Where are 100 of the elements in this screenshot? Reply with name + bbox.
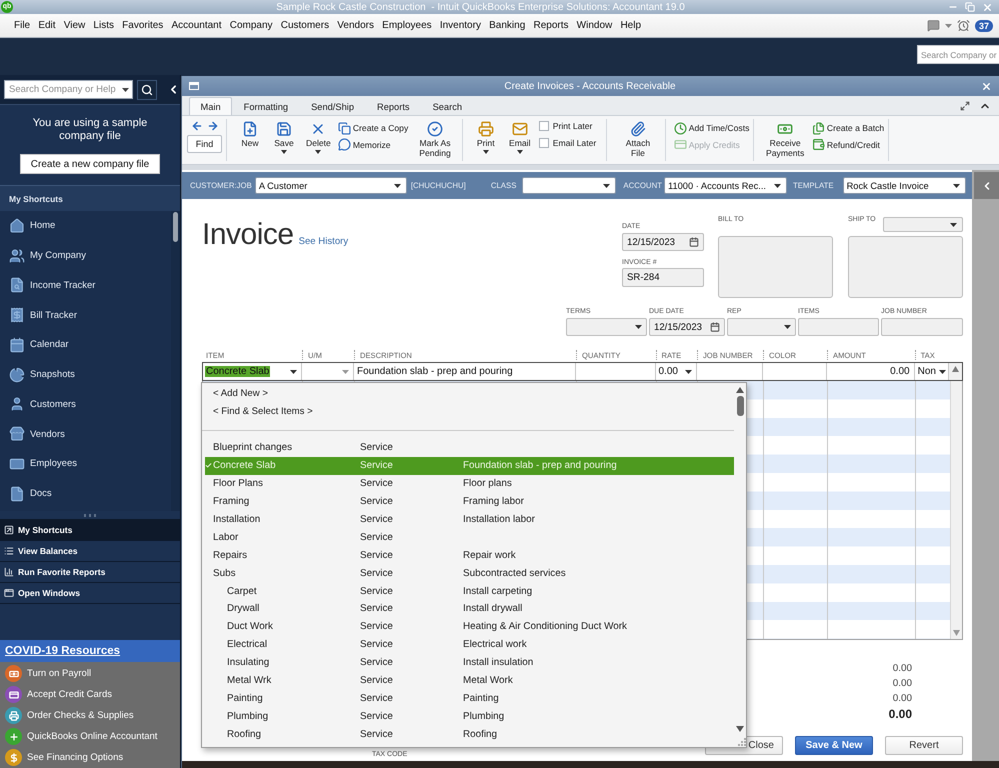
toolbar-button[interactable]: Receive Payments	[762, 119, 808, 160]
menu-item[interactable]: Vendors	[337, 20, 374, 31]
form-button[interactable]: Revert	[885, 736, 963, 755]
resource-link[interactable]: Accept Credit Cards	[0, 684, 180, 705]
resize-grip-icon[interactable]	[738, 738, 746, 746]
restore-icon[interactable]	[965, 2, 975, 12]
item-row[interactable]: Duct Work Service Heating & Air Conditioning Duct Work	[205, 618, 734, 636]
item-row[interactable]: Plumbing Service Plumbing	[205, 707, 734, 726]
checkbox-label[interactable]: Email Later	[552, 138, 596, 148]
close-icon[interactable]	[982, 2, 993, 12]
ribbon-tab[interactable]: Search	[421, 97, 474, 115]
menu-item[interactable]: Window	[576, 20, 612, 31]
shortcut-item[interactable]: Customers	[0, 390, 171, 420]
scrollbar[interactable]	[950, 381, 962, 639]
address-box[interactable]	[848, 236, 963, 298]
form-button[interactable]: Save & New	[795, 736, 873, 755]
checkbox[interactable]	[538, 120, 549, 130]
shortcut-item[interactable]: Calendar	[0, 330, 171, 360]
find-button[interactable]: Find	[187, 135, 222, 153]
text-field[interactable]	[798, 318, 879, 336]
item-row[interactable]: Floor Plans Service Floor plans	[205, 474, 734, 493]
item-row[interactable]: Framing Service Framing labor	[205, 492, 734, 511]
shortcut-item[interactable]: My Company	[0, 240, 171, 270]
alarm-clock-icon[interactable]	[956, 19, 970, 32]
menu-item[interactable]: Edit	[38, 20, 56, 31]
menu-item[interactable]: Accountant	[171, 20, 222, 31]
item-row[interactable]: Electrical Service Electrical work	[205, 636, 734, 654]
item-row[interactable]: Installation Service Installation labor	[205, 510, 734, 528]
toolbar-button[interactable]: Save	[269, 119, 299, 154]
collapse-panel-button[interactable]	[974, 172, 999, 199]
toolbar-button[interactable]: Mark As Pending	[412, 119, 458, 160]
alert-count-badge[interactable]: 37	[974, 20, 993, 32]
item-row[interactable]: Insulating Service Install insulation	[205, 654, 734, 672]
text-field[interactable]: SR-284	[622, 268, 704, 287]
search-button[interactable]	[137, 80, 157, 100]
item-row[interactable]: Carpet Service Install carpeting	[205, 582, 734, 600]
resource-link[interactable]: QuickBooks Online Accountant	[0, 726, 180, 747]
dropdown-field[interactable]	[883, 217, 963, 232]
menu-item[interactable]: Reports	[533, 20, 568, 31]
menu-item[interactable]: Customers	[280, 20, 330, 31]
ribbon-tab[interactable]: Formatting	[232, 97, 300, 115]
close-icon[interactable]	[981, 80, 992, 92]
window-menu-icon[interactable]	[189, 82, 199, 90]
shortcut-item[interactable]: Home	[0, 211, 171, 241]
menu-item[interactable]: Employees	[382, 20, 432, 31]
shortcut-item[interactable]: Docs	[0, 478, 171, 508]
resource-link[interactable]: Turn on Payroll	[0, 663, 180, 684]
dropdown-field[interactable]	[727, 318, 796, 336]
toolbar-button[interactable]: Refund/Credit	[812, 136, 880, 153]
dropdown-field[interactable]: 11000 · Accounts Rec...	[664, 177, 787, 194]
menu-item[interactable]: Inventory	[440, 20, 481, 31]
back-arrow-icon[interactable]	[190, 120, 202, 132]
text-field[interactable]	[881, 318, 963, 336]
toolbar-button[interactable]: New	[235, 119, 265, 150]
item-row[interactable]: Labor Service	[205, 528, 734, 546]
scrollbar-thumb[interactable]	[173, 212, 178, 242]
toolbar-button[interactable]: Attach File	[615, 119, 661, 160]
item-row[interactable]: Painting Service Painting	[205, 689, 734, 708]
toolbar-button[interactable]: Create a Copy	[338, 120, 408, 136]
date-field[interactable]: 12/15/2023	[649, 318, 725, 336]
menu-item[interactable]: File	[14, 20, 30, 31]
checkbox-label[interactable]: Print Later	[552, 120, 592, 130]
chat-icon[interactable]	[926, 19, 940, 32]
dropdown-field[interactable]: A Customer	[254, 177, 407, 194]
shortcut-item[interactable]: Snapshots	[0, 360, 171, 390]
dropdown-field[interactable]	[522, 177, 616, 194]
search-field[interactable]: Search Company or	[917, 45, 999, 64]
grip-icon[interactable]	[84, 514, 96, 516]
item-row[interactable]: Subs Service Subcontracted services	[205, 564, 734, 582]
toolbar-button[interactable]: Delete	[303, 119, 334, 154]
shortcut-item[interactable]: Employees	[0, 449, 171, 479]
shortcut-item[interactable]: Bill Tracker	[0, 300, 171, 330]
dropdown-field[interactable]: Rock Castle Invoice	[842, 177, 966, 194]
ribbon-tab[interactable]: Main	[189, 97, 232, 115]
item-row[interactable]: Blueprint changes Service	[205, 439, 734, 457]
menu-item[interactable]: Banking	[489, 20, 526, 31]
resource-link[interactable]: See Financing Options	[0, 747, 180, 768]
shortcut-item[interactable]: Income Tracker	[0, 270, 171, 300]
toolbar-button[interactable]: Email	[504, 119, 535, 154]
forward-arrow-icon[interactable]	[206, 120, 218, 132]
toolbar-button[interactable]: Add Time/Costs	[674, 120, 750, 136]
ribbon-tab[interactable]: Send/Ship	[300, 97, 366, 115]
create-company-button[interactable]: Create a new company file	[20, 154, 160, 174]
checkbox[interactable]	[538, 138, 549, 148]
date-field[interactable]: 12/15/2023	[622, 233, 704, 251]
resource-link[interactable]: Order Checks & Supplies	[0, 705, 180, 726]
dropdown-field[interactable]	[566, 318, 647, 336]
panel-item[interactable]: My Shortcuts	[0, 520, 180, 541]
menu-item[interactable]: Favorites	[122, 20, 164, 31]
item-row[interactable]: Repairs Service Repair work	[205, 546, 734, 564]
scrollbar-thumb[interactable]	[736, 396, 744, 416]
toolbar-button[interactable]: Memorize	[338, 136, 391, 153]
menu-item[interactable]: Company	[230, 20, 273, 31]
ribbon-tab[interactable]: Reports	[366, 97, 422, 115]
item-row[interactable]: Drywall Service Install drywall	[205, 600, 734, 618]
search-field[interactable]: Search Company or Help	[4, 80, 133, 99]
toolbar-button[interactable]: Print	[470, 119, 501, 154]
item-row[interactable]: Metal Wrk Service Metal Work	[205, 672, 734, 690]
menu-item[interactable]: < Find & Select Items >	[213, 402, 313, 421]
menu-item[interactable]: < Add New >	[213, 384, 268, 402]
